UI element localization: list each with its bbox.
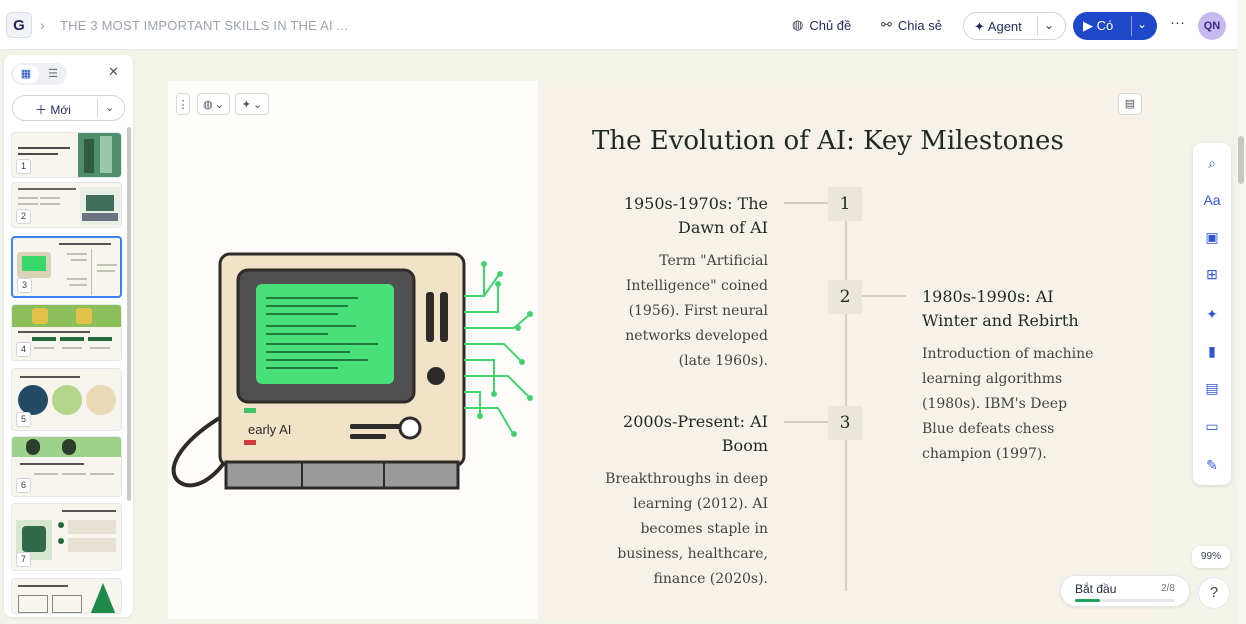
close-icon[interactable]: ✕ bbox=[108, 64, 119, 80]
slide-number: 2 bbox=[16, 209, 31, 224]
chart-icon[interactable]: ▮ bbox=[1200, 339, 1224, 363]
milestone-text-2[interactable]: Introduction of machine learning algorit… bbox=[922, 342, 1102, 467]
app-logo[interactable]: G bbox=[6, 12, 32, 38]
milestone-heading-3[interactable]: 2000s-Present: AI Boom bbox=[598, 410, 768, 458]
chevron-right-icon: › bbox=[40, 17, 45, 33]
milestone-text-1[interactable]: Term "Artificial Intelligence" coined (1… bbox=[598, 249, 768, 374]
insert-toolbar: ⌕ Aa ▣ ⊞ ✦ ▮ ▤ ▭ ✎ bbox=[1193, 143, 1231, 485]
play-icon: ▶ bbox=[1083, 18, 1097, 33]
slide-number: 5 bbox=[16, 412, 31, 427]
drag-handle-icon[interactable]: ⋮ bbox=[176, 93, 190, 115]
start-label: Bắt đầu bbox=[1075, 582, 1117, 596]
progress-count: 2/8 bbox=[1161, 583, 1175, 594]
slide-number: 4 bbox=[16, 342, 31, 357]
slide-thumbnail-2[interactable]: 2 bbox=[11, 182, 122, 228]
retro-computer-illustration bbox=[171, 252, 533, 490]
slide-thumbnail-3[interactable]: 3 bbox=[11, 236, 122, 298]
edit-icon[interactable]: ✎ bbox=[1200, 453, 1224, 477]
present-label: Có bbox=[1096, 18, 1114, 33]
progress-bar bbox=[1075, 599, 1175, 602]
sparkle-icon: ✦ bbox=[241, 98, 251, 111]
slide-thumbnail-8[interactable] bbox=[11, 578, 122, 614]
chevron-down-icon[interactable]: ⌄ bbox=[105, 101, 114, 114]
present-button[interactable]: ▶ Có ⌄ bbox=[1073, 12, 1157, 40]
theme-button[interactable]: ◍ Chủ đề bbox=[792, 17, 851, 33]
image-icon[interactable]: ▣ bbox=[1200, 225, 1224, 249]
user-avatar[interactable]: QN bbox=[1198, 12, 1226, 40]
slides-sidebar: ▦ ☰ ✕ ＋ Mới ⌄ 1 2 3 4 5 6 7 bbox=[4, 55, 133, 617]
chevron-down-icon[interactable]: ⌄ bbox=[1137, 17, 1147, 31]
ai-image-icon[interactable]: ✦ bbox=[1200, 302, 1224, 326]
sidebar-scrollbar[interactable] bbox=[127, 127, 131, 501]
illustration-label: early AI bbox=[248, 422, 292, 437]
milestone-heading-2[interactable]: 1980s-1990s: AI Winter and Rebirth bbox=[922, 285, 1102, 333]
divider bbox=[97, 99, 98, 117]
getting-started-progress[interactable]: Bắt đầu 2/8 bbox=[1060, 575, 1190, 607]
table-icon[interactable]: ▤ bbox=[1200, 376, 1224, 400]
chevron-down-icon: ⌄ bbox=[253, 98, 263, 111]
ai-edit-button[interactable]: ✦ ⌄ bbox=[235, 93, 269, 115]
thumbnail-image bbox=[90, 583, 116, 613]
slide-thumbnail-1[interactable]: 1 bbox=[11, 132, 122, 178]
milestone-text-3[interactable]: Breakthroughs in deep learning (2012). A… bbox=[588, 467, 768, 592]
connector-2 bbox=[862, 295, 906, 297]
document-title[interactable]: THE 3 MOST IMPORTANT SKILLS IN THE AI ..… bbox=[60, 18, 348, 33]
slide-thumbnail-7[interactable]: 7 bbox=[11, 503, 122, 571]
scrollbar-thumb[interactable] bbox=[1238, 136, 1244, 184]
theme-label: Chủ đề bbox=[809, 17, 852, 33]
slide-number: 3 bbox=[17, 278, 32, 293]
thumbnail-image bbox=[12, 305, 121, 327]
chevron-down-icon: ⌄ bbox=[214, 98, 224, 111]
connector-1 bbox=[784, 202, 828, 204]
plus-icon: ＋ bbox=[35, 103, 51, 117]
list-view-icon[interactable]: ☰ bbox=[41, 65, 65, 83]
new-label: Mới bbox=[50, 103, 71, 117]
grid-view-icon[interactable]: ▦ bbox=[13, 65, 39, 83]
more-options-button[interactable]: ··· bbox=[1170, 14, 1185, 31]
divider bbox=[1131, 16, 1132, 36]
divider bbox=[1037, 16, 1038, 36]
slide-number: 1 bbox=[16, 159, 31, 174]
help-button[interactable]: ? bbox=[1198, 577, 1230, 609]
style-menu-button[interactable]: ◍ ⌄ bbox=[197, 93, 230, 115]
progress-fill bbox=[1075, 599, 1100, 602]
sparkle-icon: ✦ bbox=[974, 19, 988, 34]
slide-number: 6 bbox=[16, 478, 31, 493]
top-bar: G › THE 3 MOST IMPORTANT SKILLS IN THE A… bbox=[0, 0, 1246, 50]
page-scrollbar[interactable] bbox=[1237, 0, 1246, 624]
timeline-line bbox=[845, 203, 847, 591]
chevron-down-icon[interactable]: ⌄ bbox=[1044, 18, 1054, 32]
slide-thumbnail-5[interactable]: 5 bbox=[11, 368, 122, 431]
milestone-number-1: 1 bbox=[828, 187, 862, 221]
zoom-level[interactable]: 99% bbox=[1192, 546, 1230, 568]
card-icon[interactable]: ▭ bbox=[1200, 414, 1224, 438]
notes-icon[interactable]: ▤ bbox=[1118, 93, 1142, 115]
palette-icon: ◍ bbox=[792, 17, 804, 32]
milestone-number-2: 2 bbox=[828, 280, 862, 314]
slide-number: 7 bbox=[16, 552, 31, 567]
slide-title[interactable]: The Evolution of AI: Key Milestones bbox=[592, 126, 1064, 156]
agent-button[interactable]: ✦ Agent ⌄ bbox=[963, 12, 1066, 40]
link-icon: ⚯ bbox=[881, 17, 892, 32]
blocks-icon[interactable]: ⊞ bbox=[1200, 262, 1224, 286]
milestone-heading-1[interactable]: 1950s-1970s: The Dawn of AI bbox=[608, 192, 768, 240]
slide-canvas[interactable]: ⋮ ◍ ⌄ ✦ ⌄ ▤ early AI The Evolution of AI… bbox=[168, 81, 1154, 619]
slide-thumbnail-6[interactable]: 6 bbox=[11, 436, 122, 497]
search-icon[interactable]: ⌕ bbox=[1200, 151, 1224, 175]
share-label: Chia sẻ bbox=[897, 17, 942, 33]
agent-label: Agent bbox=[987, 19, 1022, 34]
view-toggle: ▦ ☰ bbox=[11, 63, 67, 85]
thumbnail-image bbox=[18, 385, 48, 415]
new-slide-button[interactable]: ＋ Mới ⌄ bbox=[12, 95, 125, 121]
share-button[interactable]: ⚯ Chia sẻ bbox=[881, 17, 942, 33]
text-icon[interactable]: Aa bbox=[1200, 188, 1224, 212]
slide-thumbnail-4[interactable]: 4 bbox=[11, 304, 122, 361]
milestone-number-3: 3 bbox=[828, 406, 862, 440]
palette-icon: ◍ bbox=[203, 98, 213, 111]
connector-3 bbox=[784, 421, 828, 423]
